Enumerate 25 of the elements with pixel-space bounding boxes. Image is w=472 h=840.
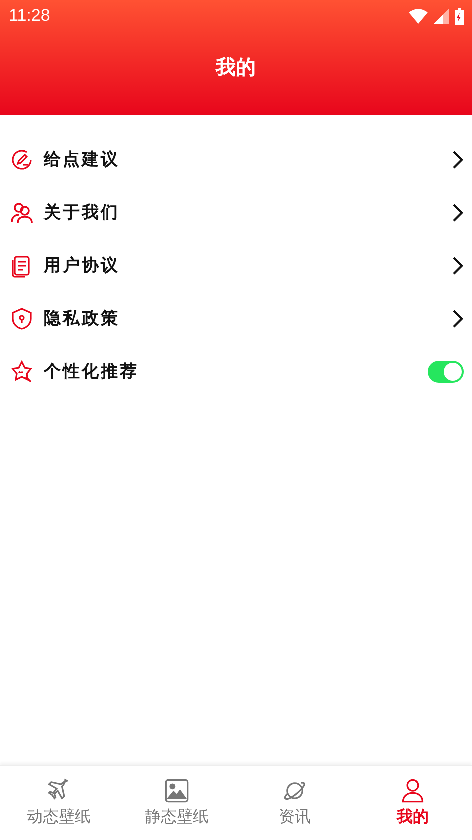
menu-item-label[interactable]: 个性化推荐 — [44, 360, 428, 383]
tab-bar-item[interactable]: 动态壁纸 — [0, 766, 118, 840]
tab-bar-item[interactable]: 静态壁纸 — [118, 766, 236, 840]
status-time: 11:28 — [9, 6, 50, 26]
chevron-right-icon[interactable] — [452, 256, 464, 276]
shield-icon — [10, 306, 34, 330]
image-icon — [164, 778, 190, 804]
person-icon — [400, 778, 426, 804]
menu-item-label[interactable]: 关于我们 — [44, 201, 452, 224]
chevron-right-icon[interactable] — [452, 202, 464, 222]
toggle-switch[interactable] — [428, 360, 464, 382]
users-icon — [10, 200, 34, 224]
wifi-icon — [409, 8, 428, 24]
tab-bar-item[interactable]: 我的 — [354, 766, 472, 840]
chevron-right-icon[interactable] — [452, 308, 464, 328]
page-title: 我的 — [214, 54, 257, 81]
signal-icon — [434, 8, 449, 24]
menu-item-label[interactable]: 用户协议 — [44, 254, 452, 277]
edit-icon — [10, 148, 34, 172]
battery-icon — [455, 8, 464, 24]
chevron-right-icon[interactable] — [452, 150, 464, 170]
tab-bar-item[interactable]: 资讯 — [236, 766, 354, 840]
menu-item-label[interactable]: 给点建议 — [44, 148, 452, 171]
star-face-icon — [10, 360, 34, 384]
menu-item-label[interactable]: 隐私政策 — [44, 307, 452, 330]
